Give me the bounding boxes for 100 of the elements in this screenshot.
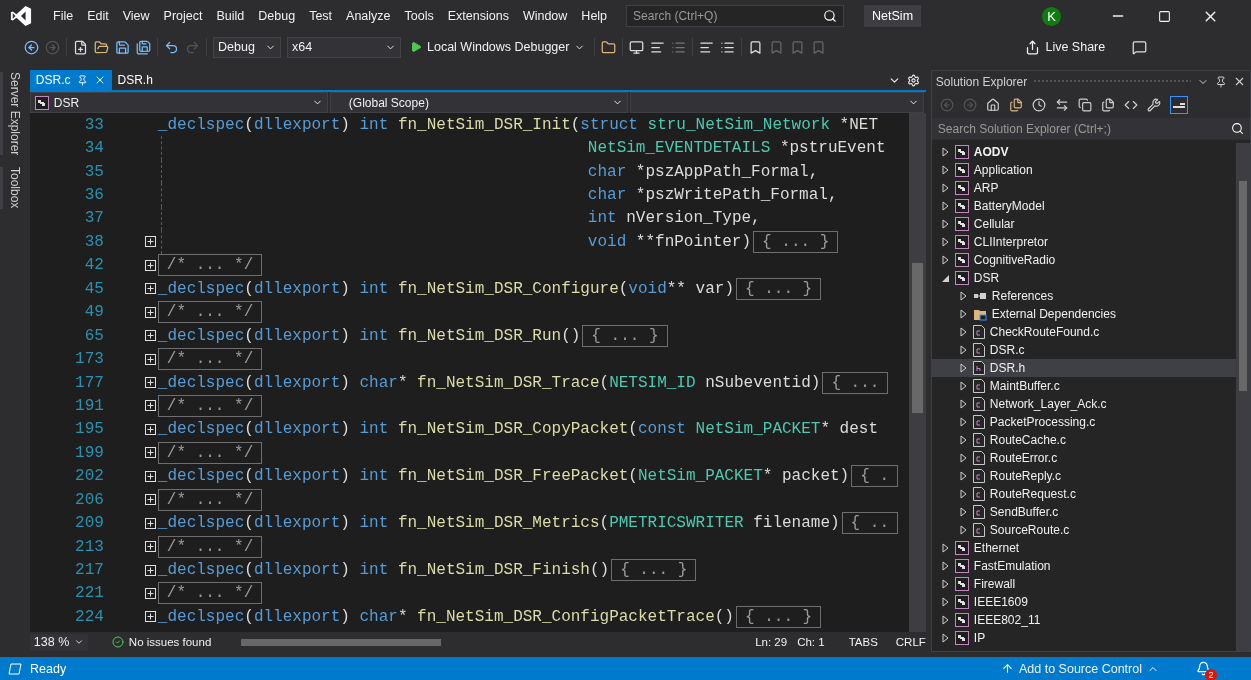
- expanded-arrow-icon[interactable]: [941, 273, 950, 283]
- tree-item[interactable]: SendBuffer.c: [931, 503, 1236, 521]
- tree-item[interactable]: PacketProcessing.c: [931, 413, 1236, 431]
- tree-item[interactable]: AODV: [931, 143, 1236, 161]
- tree-item[interactable]: Application: [931, 161, 1236, 179]
- collapsed-arrow-icon[interactable]: [959, 525, 968, 535]
- tree-item[interactable]: Ethernet: [931, 539, 1236, 557]
- menu-item[interactable]: Edit: [80, 6, 116, 26]
- clock-icon[interactable]: [1031, 97, 1046, 112]
- bell-icon[interactable]: [1196, 661, 1211, 676]
- menu-item[interactable]: Test: [302, 6, 340, 26]
- menu-item[interactable]: Analyze: [339, 6, 398, 26]
- wrench-icon[interactable]: [1146, 97, 1161, 112]
- pin-icon[interactable]: [1215, 75, 1227, 88]
- expand-toggle[interactable]: [144, 236, 156, 248]
- collapsed-arrow-icon[interactable]: [941, 543, 950, 553]
- folder-icon[interactable]: [601, 39, 617, 55]
- tree-item[interactable]: IEEE802_11: [931, 611, 1236, 629]
- search-field[interactable]: Search (Ctrl+Q): [626, 5, 845, 27]
- monitor-icon[interactable]: [629, 39, 645, 55]
- expand-toggle[interactable]: [144, 423, 156, 435]
- collapsed-block[interactable]: { ...: [822, 371, 889, 394]
- collapsed-arrow-icon[interactable]: [959, 345, 968, 355]
- expand-toggle[interactable]: [144, 353, 156, 365]
- tree-item[interactable]: DSR.h: [931, 359, 1236, 377]
- side-tab[interactable]: Toolbox: [0, 167, 26, 209]
- vertical-scrollbar[interactable]: [908, 113, 926, 632]
- list-icon[interactable]: [671, 39, 687, 55]
- menu-item[interactable]: Tools: [397, 6, 441, 26]
- expand-toggle[interactable]: [144, 611, 156, 623]
- collapsed-block[interactable]: { ... }: [736, 277, 822, 300]
- tree-item[interactable]: Firewall: [931, 575, 1236, 593]
- new-file-icon[interactable]: [73, 39, 88, 55]
- collapsed-block[interactable]: { ... }: [611, 559, 697, 582]
- files-icon[interactable]: [1008, 97, 1023, 112]
- collapsed-block[interactable]: { ... }: [735, 605, 822, 628]
- collapse-all-icon[interactable]: [1077, 97, 1092, 112]
- tree-item[interactable]: ARP: [931, 179, 1236, 197]
- search-field[interactable]: Search Solution Explorer (Ctrl+;): [931, 118, 1250, 139]
- expand-toggle[interactable]: [144, 494, 156, 506]
- platform-dropdown[interactable]: x64: [287, 36, 401, 58]
- tree-item[interactable]: CognitiveRadio: [931, 251, 1236, 269]
- collapsed-arrow-icon[interactable]: [959, 435, 968, 445]
- collapsed-arrow-icon[interactable]: [959, 363, 968, 373]
- expand-toggle[interactable]: [144, 377, 156, 389]
- undo-icon[interactable]: [164, 39, 179, 55]
- configuration-dropdown[interactable]: Debug: [213, 36, 281, 58]
- collapsed-arrow-icon[interactable]: [941, 255, 950, 265]
- collapsed-arrow-icon[interactable]: [959, 489, 968, 499]
- collapsed-arrow-icon[interactable]: [959, 453, 968, 463]
- expand-toggle[interactable]: [144, 564, 156, 576]
- expand-toggle[interactable]: [144, 517, 156, 529]
- open-folder-icon[interactable]: [94, 39, 109, 55]
- account-avatar[interactable]: K: [1042, 6, 1062, 26]
- tree-item[interactable]: References: [931, 287, 1236, 305]
- tree-item[interactable]: Cellular: [931, 215, 1236, 233]
- tree-item[interactable]: RouteRequest.c: [931, 485, 1236, 503]
- collapsed-block[interactable]: /* ... */: [157, 582, 263, 605]
- menu-item[interactable]: File: [46, 6, 81, 26]
- tree-item[interactable]: MaintBuffer.c: [931, 377, 1236, 395]
- collapsed-arrow-icon[interactable]: [941, 633, 950, 643]
- file-tab[interactable]: DSR.h: [111, 70, 159, 90]
- collapsed-arrow-icon[interactable]: [959, 471, 968, 481]
- expand-toggle[interactable]: [144, 306, 156, 318]
- save-icon[interactable]: [115, 39, 130, 55]
- tree-item[interactable]: IP: [931, 629, 1236, 647]
- bookmark-icon[interactable]: [748, 39, 764, 55]
- tree-item[interactable]: BatteryModel: [931, 197, 1236, 215]
- live-share-button[interactable]: Live Share: [1022, 39, 1109, 55]
- close-icon[interactable]: [1233, 75, 1246, 88]
- collapsed-block[interactable]: /* ... */: [157, 488, 263, 511]
- tree-item[interactable]: SourceRoute.c: [931, 521, 1236, 539]
- expand-toggle[interactable]: [144, 400, 156, 412]
- tree-item[interactable]: CLIInterpretor: [931, 233, 1236, 251]
- scope-dropdown[interactable]: (Global Scope): [329, 92, 628, 113]
- expand-toggle[interactable]: [144, 283, 156, 295]
- collapsed-block[interactable]: /* ... */: [157, 394, 263, 417]
- tree-item[interactable]: RouteReply.c: [931, 467, 1236, 485]
- menu-item[interactable]: Extensions: [440, 6, 516, 26]
- sync-icon[interactable]: [1054, 97, 1069, 112]
- collapsed-arrow-icon[interactable]: [941, 597, 950, 607]
- expand-toggle[interactable]: [144, 259, 156, 271]
- maximize-icon[interactable]: [1157, 9, 1171, 23]
- collapsed-block[interactable]: /* ... */: [157, 348, 263, 371]
- collapsed-arrow-icon[interactable]: [959, 381, 968, 391]
- collapsed-arrow-icon[interactable]: [941, 201, 950, 211]
- tree-item[interactable]: IEEE1609: [931, 593, 1236, 611]
- menu-item[interactable]: Window: [515, 6, 575, 26]
- collapsed-arrow-icon[interactable]: [941, 561, 950, 571]
- menu-item[interactable]: Help: [574, 6, 615, 26]
- collapsed-arrow-icon[interactable]: [941, 165, 950, 175]
- show-all-files-icon[interactable]: [1100, 97, 1115, 112]
- collapsed-arrow-icon[interactable]: [959, 399, 968, 409]
- expand-toggle[interactable]: [144, 330, 156, 342]
- tree-item[interactable]: RouteError.c: [931, 449, 1236, 467]
- collapsed-block[interactable]: /* ... */: [157, 254, 263, 277]
- collapsed-block[interactable]: /* ... */: [157, 441, 263, 464]
- collapsed-arrow-icon[interactable]: [941, 183, 950, 193]
- tree-item[interactable]: External Dependencies: [931, 305, 1236, 323]
- settings-icon[interactable]: [906, 73, 920, 87]
